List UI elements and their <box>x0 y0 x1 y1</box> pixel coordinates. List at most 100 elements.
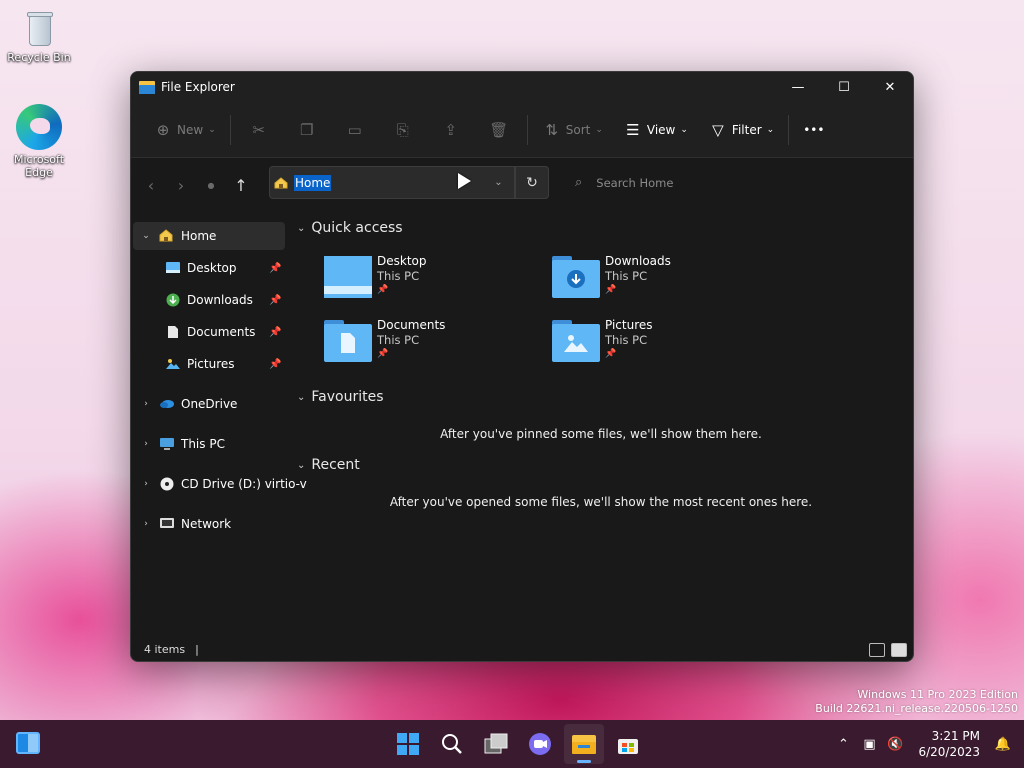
favourites-header[interactable]: ⌄ Favourites <box>297 389 384 405</box>
recent-title: Recent <box>311 457 360 473</box>
chevron-down-icon: ⌄ <box>297 391 306 403</box>
refresh-button[interactable]: ↻ <box>515 166 549 199</box>
widgets-icon[interactable] <box>16 732 40 754</box>
address-path[interactable]: Home <box>294 174 332 191</box>
paste-button[interactable]: ▭ <box>335 114 375 146</box>
view-toggles <box>869 643 907 657</box>
search-button[interactable] <box>432 724 472 764</box>
nav-item-home[interactable]: ⌄ Home <box>133 222 285 250</box>
close-button[interactable]: ✕ <box>867 72 913 102</box>
filter-button[interactable]: ▽ Filter ⌄ <box>702 114 780 146</box>
details-view-icon[interactable] <box>869 643 885 657</box>
quick-access-item-desktop[interactable]: Desktop This PC 📌 <box>324 254 544 310</box>
nav-this-pc-label: This PC <box>181 437 225 451</box>
nav-item-desktop[interactable]: Desktop 📌 <box>165 254 281 282</box>
clock-time: 3:21 PM <box>931 729 980 743</box>
nav-item-this-pc[interactable]: › This PC <box>133 430 225 458</box>
copy-button[interactable]: ❐ <box>287 114 327 146</box>
back-button[interactable]: ‹ <box>136 170 166 200</box>
search-box[interactable]: ⌕ <box>561 166 903 199</box>
pin-icon[interactable]: 📌 <box>269 295 281 306</box>
quick-access-item-downloads[interactable]: Downloads This PC 📌 <box>552 254 772 310</box>
nav-item-onedrive[interactable]: › OneDrive <box>133 390 237 418</box>
nav-item-documents[interactable]: Documents 📌 <box>165 318 281 346</box>
maximize-button[interactable]: ☐ <box>821 72 867 102</box>
pictures-icon <box>165 357 181 371</box>
qa-location: This PC <box>377 269 420 283</box>
task-view-button[interactable] <box>476 724 516 764</box>
forward-button[interactable]: › <box>166 170 196 200</box>
nav-item-network[interactable]: › Network <box>133 510 231 538</box>
refresh-icon: ↻ <box>526 174 538 191</box>
cut-button[interactable]: ✂ <box>239 114 279 146</box>
title-bar[interactable]: File Explorer — ☐ ✕ <box>131 72 913 102</box>
share-button[interactable]: ⇪ <box>431 114 471 146</box>
more-options-button[interactable]: ••• <box>797 114 830 146</box>
qa-location: This PC <box>377 333 420 347</box>
file-explorer-taskbar-button[interactable] <box>564 724 604 764</box>
quick-access-header[interactable]: ⌄ Quick access <box>297 220 403 236</box>
pin-icon[interactable]: 📌 <box>269 327 281 338</box>
nav-item-cd-drive[interactable]: › CD Drive (D:) virtio-v <box>133 470 307 498</box>
tiles-view-icon[interactable] <box>891 643 907 657</box>
desktop-icon-recycle-bin[interactable]: Recycle Bin <box>4 8 74 64</box>
clock[interactable]: 3:21 PM 6/20/2023 <box>918 728 980 760</box>
sort-button[interactable]: ⇅ Sort ⌄ <box>536 114 609 146</box>
store-icon <box>618 739 638 754</box>
nav-item-downloads[interactable]: Downloads 📌 <box>165 286 281 314</box>
watermark-build: Build 22621.ni_release.220506-1250 <box>815 702 1018 715</box>
search-input[interactable] <box>596 175 857 190</box>
chevron-up-icon[interactable]: ⌃ <box>830 737 856 752</box>
nav-onedrive-label: OneDrive <box>181 397 238 411</box>
content-area: ⌄ Quick access Desktop This PC 📌 Downloa… <box>291 213 913 623</box>
nav-home-label: Home <box>181 229 217 243</box>
volume-muted-icon[interactable]: 🔇 <box>882 737 908 752</box>
edge-icon <box>16 104 62 150</box>
plus-circle-icon: ⊕ <box>156 120 170 139</box>
delete-button[interactable]: 🗑 <box>479 114 519 146</box>
file-explorer-app-icon <box>139 80 155 94</box>
chevron-down-icon: ⌄ <box>208 124 216 135</box>
quick-access-item-documents[interactable]: Documents This PC 📌 <box>324 318 544 374</box>
desktop-icon-edge[interactable]: Microsoft Edge <box>4 104 74 179</box>
recent-header[interactable]: ⌄ Recent <box>297 457 360 473</box>
pictures-folder-icon <box>552 318 600 362</box>
nav-documents-label: Documents <box>187 325 256 339</box>
status-bar: 4 items | <box>131 637 913 661</box>
notifications-icon[interactable]: 🔔 <box>990 737 1016 752</box>
pin-icon[interactable]: 📌 <box>269 359 281 370</box>
home-icon <box>159 229 175 243</box>
nav-item-pictures[interactable]: Pictures 📌 <box>165 350 281 378</box>
pin-icon[interactable]: 📌 <box>269 263 281 274</box>
address-history-dropdown[interactable]: ⌄ <box>483 166 515 199</box>
nav-cd-drive-label: CD Drive (D:) virtio-v <box>181 477 307 491</box>
network-status-icon[interactable]: ▣ <box>856 737 882 752</box>
quick-access-item-pictures[interactable]: Pictures This PC 📌 <box>552 318 772 374</box>
chevron-down-icon: ⌄ <box>766 124 775 135</box>
minimize-button[interactable]: — <box>775 72 821 102</box>
new-button[interactable]: ⊕ New ⌄ <box>147 114 222 146</box>
start-icon <box>397 733 419 755</box>
recycle-bin-icon <box>24 8 54 48</box>
network-icon <box>159 517 175 531</box>
up-button[interactable]: ↑ <box>226 170 256 200</box>
view-button[interactable]: ☰ View ⌄ <box>617 114 694 146</box>
trash-icon: 🗑 <box>489 120 509 139</box>
start-button[interactable] <box>388 724 428 764</box>
chat-button[interactable] <box>520 724 560 764</box>
desktop-folder-icon <box>324 254 372 298</box>
recent-locations-button[interactable]: ● <box>196 170 226 200</box>
arrow-up-icon: ↑ <box>234 175 248 195</box>
navigation-pane: ⌄ Home Desktop 📌 Downloads 📌 Documents 📌… <box>131 213 307 623</box>
chevron-down-icon: ⌄ <box>297 222 306 234</box>
nav-network-label: Network <box>181 517 232 531</box>
view-label: View <box>646 122 676 137</box>
chevron-right-icon: › <box>144 519 148 529</box>
qa-name: Documents <box>377 318 446 332</box>
rename-button[interactable]: ⎘ <box>383 114 423 146</box>
file-explorer-window: File Explorer — ☐ ✕ ⊕ New ⌄ ✂ ❐ ▭ ⎘ ⇪ 🗑 … <box>130 71 914 662</box>
qa-location: This PC <box>605 333 648 347</box>
store-button[interactable] <box>608 724 648 764</box>
status-separator: | <box>195 642 199 656</box>
chevron-right-icon: › <box>144 399 148 409</box>
